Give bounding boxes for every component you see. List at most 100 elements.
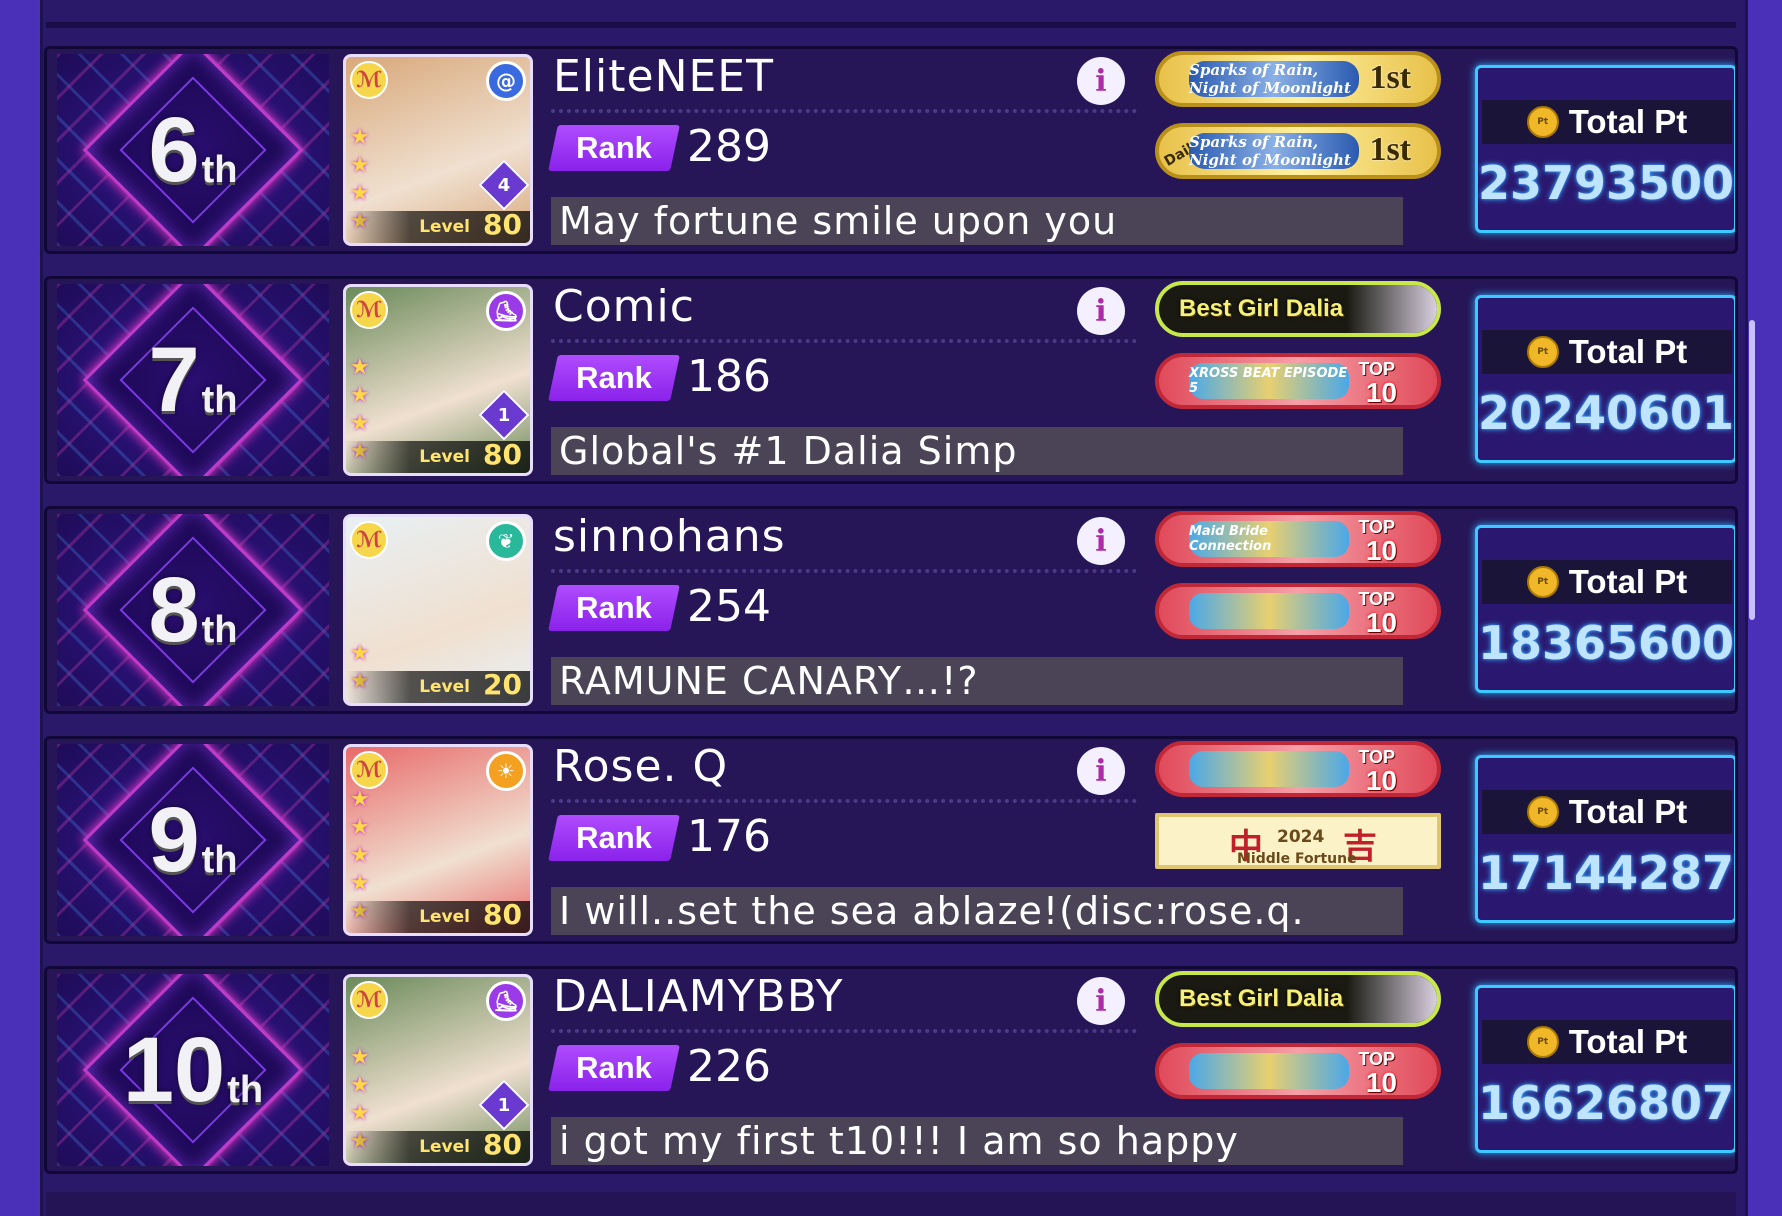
- rank-label-pill: Rank: [548, 815, 680, 861]
- ranking-row-10[interactable]: 10 th ℳ ⛸ ★★★★ 1 Level 80 DALIAMYBBY i R…: [44, 966, 1738, 1174]
- training-level-badge: 1: [478, 389, 530, 441]
- badge-placement: 1st: [1369, 131, 1411, 168]
- placement-number: 6: [148, 99, 200, 201]
- total-pt-label: Total Pt: [1568, 103, 1688, 140]
- level-value: 20: [483, 668, 522, 701]
- rank-label: Rank: [576, 360, 652, 395]
- star-icon: ★: [350, 383, 370, 408]
- top-number: 10: [1365, 377, 1397, 408]
- player-comment: May fortune smile upon you: [551, 197, 1403, 245]
- title-badge: TOP 10: [1155, 1043, 1441, 1099]
- top-number: 10: [1365, 1067, 1397, 1098]
- placement-suffix: th: [227, 1068, 264, 1111]
- total-pt-label: Total Pt: [1568, 563, 1688, 600]
- total-points-box: Pt Total Pt 16626807: [1475, 985, 1735, 1153]
- event-logo: [1189, 751, 1349, 787]
- placement-suffix: th: [201, 608, 238, 651]
- player-rank: 186: [687, 351, 771, 402]
- placement-suffix: th: [201, 148, 238, 191]
- ranking-row-9[interactable]: 9 th ℳ ☀ ★★★★★ Level 80 Rose. Q i Rank 1…: [44, 736, 1738, 944]
- dotted-divider: [551, 109, 1137, 113]
- star-icon: ★: [350, 871, 370, 896]
- total-points-box: Pt Total Pt 18365600: [1475, 525, 1735, 693]
- title-badge: XROSS BEAT EPISODE 5 TOP 10: [1155, 353, 1441, 409]
- dotted-divider: [551, 799, 1137, 803]
- rank-label: Rank: [576, 820, 652, 855]
- band-logo-icon: ℳ: [350, 521, 388, 559]
- fortune-label: Middle Fortune: [1237, 851, 1357, 867]
- info-icon[interactable]: i: [1077, 287, 1125, 335]
- sun-icon: ☀: [486, 751, 526, 791]
- level-value: 80: [483, 208, 522, 241]
- placement-emblem: 8 th: [57, 514, 329, 706]
- info-icon[interactable]: i: [1077, 747, 1125, 795]
- total-points-value: 20240601: [1478, 386, 1735, 440]
- title-badge: TOP 10: [1155, 741, 1441, 797]
- ranking-row-7[interactable]: 7 th ℳ ⛸ ★★★★ 1 Level 80 Comic i Rank 18…: [44, 276, 1738, 484]
- spiral-icon: @: [486, 61, 526, 101]
- player-comment: i got my first t10!!! I am so happy: [551, 1117, 1403, 1165]
- leader-card[interactable]: ℳ ☀ ★★★★★ Level 80: [343, 744, 533, 936]
- info-icon[interactable]: i: [1077, 977, 1125, 1025]
- total-points-value: 23793500: [1478, 156, 1735, 210]
- title-badge: 中 2024 吉 Middle Fortune: [1155, 813, 1441, 869]
- ranking-list: 6 th ℳ @ ★ ★ ★ ★ 4 Level 80 EliteNEET i Ran…: [44, 46, 1740, 1196]
- placement-emblem: 6 th: [57, 54, 329, 246]
- total-points-box: Pt Total Pt 17144287: [1475, 755, 1735, 923]
- total-points-value: 18365600: [1478, 616, 1735, 670]
- leader-card[interactable]: ℳ ⛸ ★★★★ 1 Level 80: [343, 974, 533, 1166]
- level-label: Level: [419, 677, 470, 697]
- event-logo: Maid Bride Connection: [1189, 521, 1349, 557]
- leader-card[interactable]: ℳ @ ★★★★ 4 Level 80: [343, 54, 533, 246]
- player-rank: 254: [687, 581, 771, 632]
- placement-suffix: th: [201, 378, 238, 421]
- band-logo-icon: ℳ: [350, 291, 388, 329]
- level-value: 80: [483, 898, 522, 931]
- event-point-coin-icon: Pt: [1526, 336, 1559, 368]
- rank-label-pill: Rank: [548, 1045, 680, 1091]
- fortune-year: 2024: [1277, 827, 1325, 847]
- event-logo: Sparks of Rain, Night of Moonlight: [1189, 61, 1359, 97]
- leader-card[interactable]: ℳ ❦ ★★ Level 20: [343, 514, 533, 706]
- level-value: 80: [483, 1128, 522, 1161]
- training-level-badge: 1: [478, 1079, 530, 1131]
- training-level-badge: 4: [478, 159, 530, 211]
- ranking-row-8[interactable]: 8 th ℳ ❦ ★★ Level 20 sinnohans i Rank 25…: [44, 506, 1738, 714]
- star-icon: ★: [350, 125, 370, 150]
- top-number: 10: [1365, 607, 1397, 638]
- total-points-box: Pt Total Pt 23793500: [1475, 65, 1735, 233]
- dotted-divider: [551, 569, 1137, 573]
- info-icon[interactable]: i: [1077, 57, 1125, 105]
- ranking-row-6[interactable]: 6 th ℳ @ ★★★★ 4 Level 80 EliteNEET i Ran…: [44, 46, 1738, 254]
- info-icon[interactable]: i: [1077, 517, 1125, 565]
- placement-emblem: 9 th: [57, 744, 329, 936]
- star-icon: ★: [350, 641, 370, 666]
- star-icon: ★: [350, 843, 370, 868]
- title-badge: Best Girl Dalia: [1155, 281, 1441, 337]
- top-divider: [46, 22, 1736, 28]
- leader-card[interactable]: ℳ ⛸ ★★★★ 1 Level 80: [343, 284, 533, 476]
- character-portrait: [1347, 975, 1437, 1023]
- level-label: Level: [419, 447, 470, 467]
- title-badge: Best Girl Dalia: [1155, 971, 1441, 1027]
- rank-label-pill: Rank: [548, 355, 680, 401]
- title-badge: TOP 10: [1155, 583, 1441, 639]
- player-rank: 289: [687, 121, 771, 172]
- player-rank: 176: [687, 811, 771, 862]
- star-icon: ★: [350, 1073, 370, 1098]
- event-logo: [1189, 593, 1349, 629]
- event-point-coin-icon: Pt: [1526, 1026, 1559, 1058]
- rank-label: Rank: [576, 1050, 652, 1085]
- shoe-icon: ⛸: [486, 981, 526, 1021]
- next-row-peek: [46, 1192, 1736, 1216]
- placement-number: 9: [148, 789, 200, 891]
- title-badge: Sparks of Rain, Night of Moonlight 1st: [1155, 51, 1441, 107]
- level-value: 80: [483, 438, 522, 471]
- leaf-icon: ❦: [486, 521, 526, 561]
- player-comment: I will..set the sea ablaze!(disc:rose.q.: [551, 887, 1403, 935]
- title-badge: Maid Bride Connection TOP 10: [1155, 511, 1441, 567]
- star-icon: ★: [350, 787, 370, 812]
- scrollbar[interactable]: [1749, 320, 1755, 620]
- event-point-coin-icon: Pt: [1526, 796, 1559, 828]
- total-points-value: 17144287: [1478, 846, 1735, 900]
